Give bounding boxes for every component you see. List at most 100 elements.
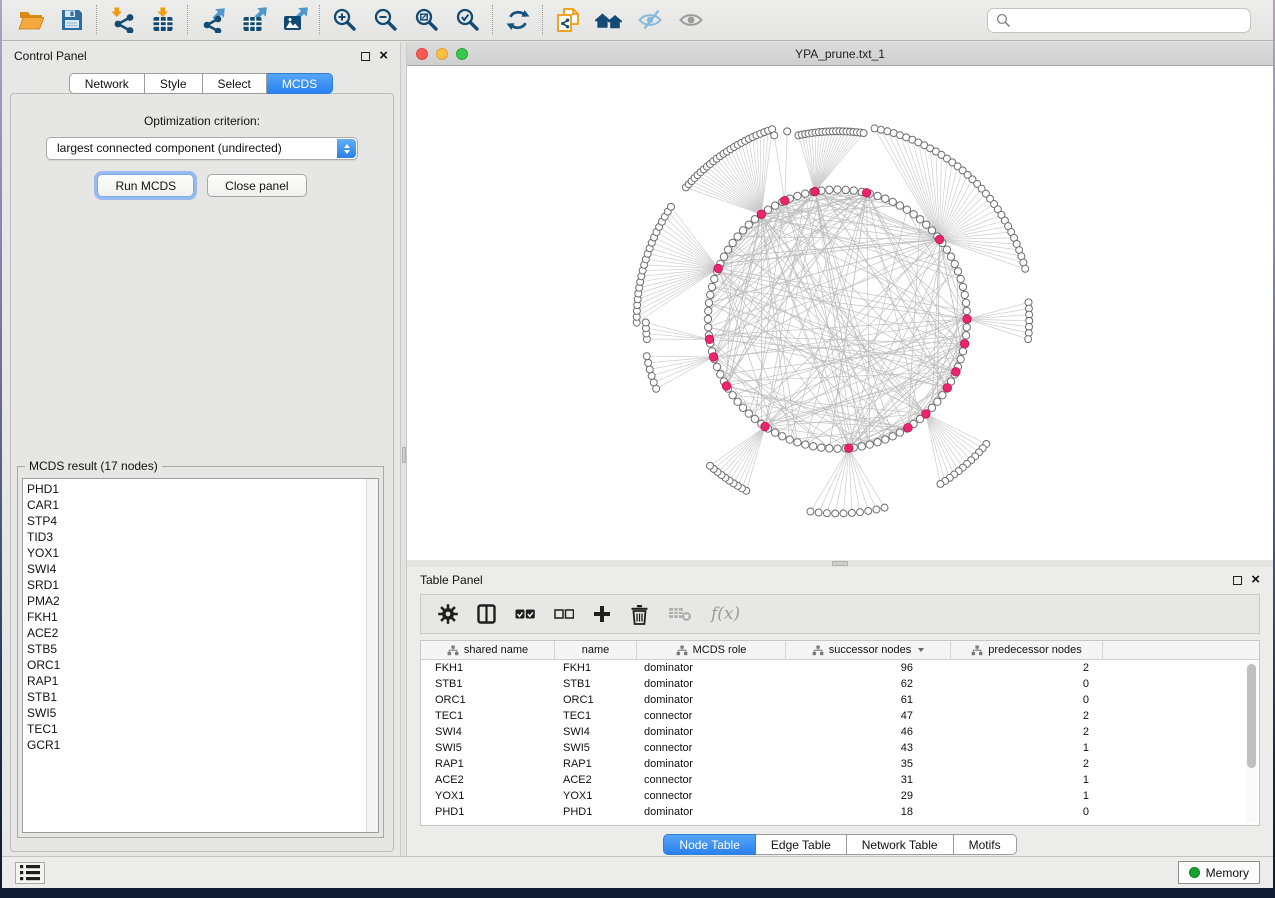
show-task-history-button[interactable] (15, 862, 45, 884)
ring-node[interactable] (705, 307, 712, 314)
export-image-button[interactable] (274, 3, 315, 37)
ring-node[interactable] (834, 186, 841, 193)
zoom-selected-button[interactable] (447, 3, 488, 37)
ring-node[interactable] (729, 239, 736, 246)
delete-column-button[interactable] (630, 604, 649, 625)
leaf-node[interactable] (815, 509, 822, 516)
mcds-result-list[interactable]: PHD1CAR1STP4TID3YOX1SWI4SRD1PMA2FKH1ACE2… (22, 478, 379, 833)
leaf-node[interactable] (937, 480, 944, 487)
mcds-node[interactable] (952, 368, 961, 377)
ring-node[interactable] (745, 410, 752, 417)
mcds-node[interactable] (722, 382, 731, 391)
vertical-splitter[interactable] (400, 42, 407, 856)
ring-node[interactable] (711, 275, 718, 282)
ring-node[interactable] (903, 206, 910, 213)
mcds-result-item[interactable]: TEC1 (27, 721, 378, 737)
ring-node[interactable] (962, 332, 969, 339)
mcds-node[interactable] (922, 410, 931, 419)
ring-node[interactable] (704, 315, 711, 322)
table-row[interactable]: ORC1ORC1dominator610 (421, 692, 1259, 708)
leaf-node[interactable] (857, 509, 864, 516)
table-row[interactable]: FKH1FKH1dominator962 (421, 660, 1259, 676)
ring-node[interactable] (943, 246, 950, 253)
ring-node[interactable] (928, 227, 935, 234)
leaf-node[interactable] (650, 379, 657, 386)
create-column-button[interactable] (593, 605, 611, 623)
table-scrollbar[interactable] (1246, 662, 1257, 823)
float-panel-icon[interactable] (361, 52, 370, 61)
ring-node[interactable] (874, 439, 881, 446)
ring-node[interactable] (874, 192, 881, 199)
ring-node[interactable] (951, 260, 958, 267)
column-header-MCDS-role[interactable]: MCDS role (637, 641, 786, 659)
leaf-node[interactable] (771, 132, 778, 139)
function-builder-button[interactable]: f(x) (711, 604, 740, 624)
leaf-node[interactable] (860, 130, 867, 137)
horizontal-splitter[interactable] (407, 560, 1273, 567)
mcds-node[interactable] (761, 422, 770, 431)
open-file-button[interactable] (10, 3, 51, 37)
column-header-successor-nodes[interactable]: successor nodes (786, 641, 951, 659)
mcds-result-item[interactable]: TID3 (27, 529, 378, 545)
zoom-out-button[interactable] (365, 3, 406, 37)
leaf-node[interactable] (643, 353, 650, 360)
ring-node[interactable] (882, 436, 889, 443)
table-row[interactable]: SWI4SWI4dominator462 (421, 724, 1259, 740)
ring-node[interactable] (734, 233, 741, 240)
leaf-node[interactable] (707, 462, 714, 469)
mcds-result-item[interactable]: ACE2 (27, 625, 378, 641)
mcds-node[interactable] (960, 340, 969, 349)
ring-node[interactable] (751, 415, 758, 422)
ring-node[interactable] (850, 187, 857, 194)
ring-node[interactable] (713, 363, 720, 370)
ring-node[interactable] (934, 398, 941, 405)
mcds-result-item[interactable]: YOX1 (27, 545, 378, 561)
mcds-result-item[interactable]: STB1 (27, 689, 378, 705)
search-input[interactable] (1017, 13, 1242, 27)
mcds-node[interactable] (709, 353, 718, 362)
leaf-node[interactable] (878, 126, 885, 133)
ring-node[interactable] (717, 371, 724, 378)
result-list-scrollbar[interactable] (366, 479, 378, 832)
ring-node[interactable] (910, 211, 917, 218)
hide-selected-button[interactable] (629, 3, 670, 37)
mcds-node[interactable] (844, 444, 853, 453)
ring-node[interactable] (826, 186, 833, 193)
zoom-fit-button[interactable] (406, 3, 447, 37)
ring-node[interactable] (963, 307, 970, 314)
search-field[interactable] (987, 8, 1251, 33)
ring-node[interactable] (928, 404, 935, 411)
duplicate-network-button[interactable] (547, 3, 588, 37)
close-panel-button[interactable]: Close panel (207, 174, 306, 197)
mcds-result-item[interactable]: SWI5 (27, 705, 378, 721)
mcds-node[interactable] (943, 383, 952, 392)
deselect-all-button[interactable] (554, 609, 574, 619)
ring-node[interactable] (963, 324, 970, 331)
ring-node[interactable] (858, 443, 865, 450)
vertical-splitter-handle[interactable] (402, 447, 406, 463)
leaf-node[interactable] (840, 510, 847, 517)
ring-node[interactable] (889, 433, 896, 440)
leaf-node[interactable] (667, 203, 674, 210)
mcds-node[interactable] (904, 423, 913, 432)
leaf-node[interactable] (807, 508, 814, 515)
tab-select[interactable]: Select (203, 73, 267, 94)
table-row[interactable]: RAP1RAP1dominator352 (421, 756, 1259, 772)
import-network-button[interactable] (101, 3, 142, 37)
leaf-node[interactable] (873, 506, 880, 513)
ring-node[interactable] (954, 268, 961, 275)
tab-network[interactable]: Network (69, 73, 145, 94)
table-tab-node-table[interactable]: Node Table (663, 834, 756, 855)
ring-node[interactable] (739, 227, 746, 234)
horizontal-splitter-handle[interactable] (832, 561, 848, 566)
ring-node[interactable] (705, 299, 712, 306)
mcds-node[interactable] (862, 189, 871, 198)
table-tab-network-table[interactable]: Network Table (847, 834, 954, 855)
mcds-result-item[interactable]: STP4 (27, 513, 378, 529)
ring-node[interactable] (957, 355, 964, 362)
ring-node[interactable] (826, 445, 833, 452)
leaf-node[interactable] (642, 319, 649, 326)
tab-mcds[interactable]: MCDS (267, 73, 333, 94)
leaf-node[interactable] (871, 125, 878, 132)
column-visibility-button[interactable] (477, 604, 496, 624)
